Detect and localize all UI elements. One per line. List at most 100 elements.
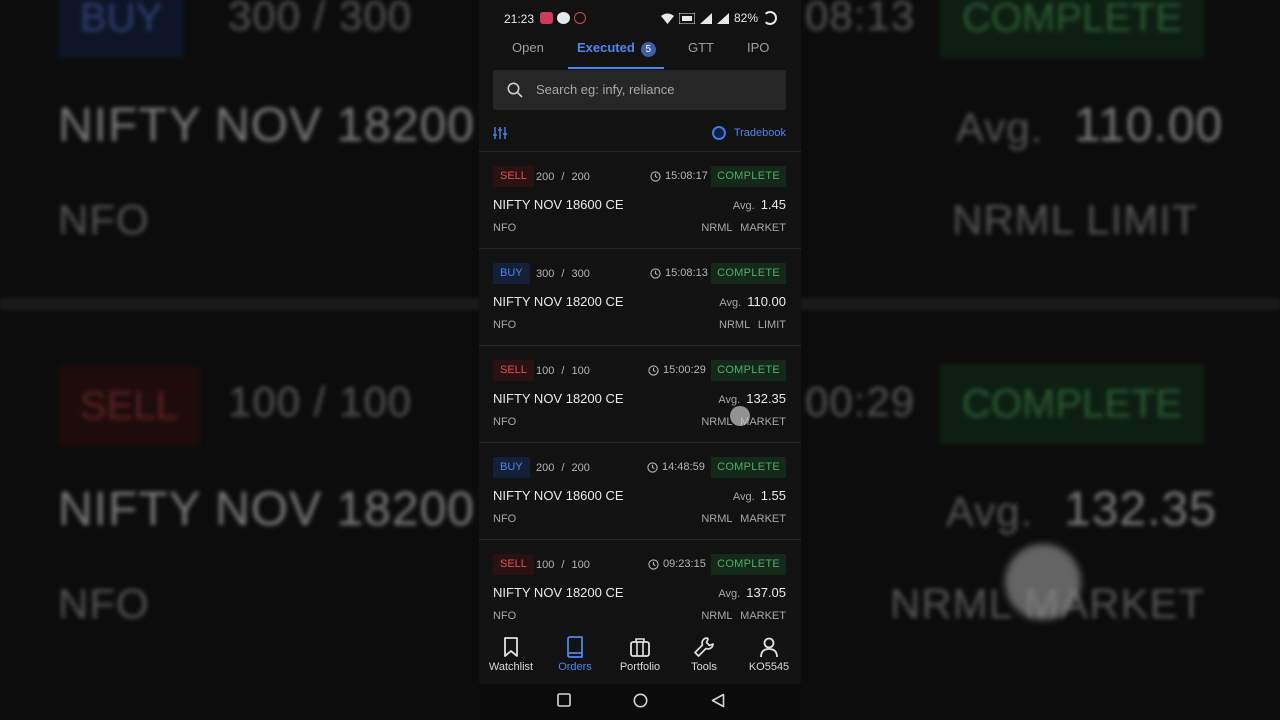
nav-tools[interactable]: Tools [672,636,736,673]
order-symbol: NIFTY NOV 18600 CE [493,197,624,212]
tab-executed[interactable]: Executed 5 [577,40,656,57]
order-type-badge: BUY [493,263,530,284]
filter-row: Tradebook [479,122,801,144]
bg-product: NRML LIMIT [952,196,1199,243]
bg-avg-label: Avg. [956,104,1044,151]
order-time-text: 15:00:29 [663,364,706,376]
tab-ipo-label: IPO [747,40,770,55]
status-badge: COMPLETE [711,360,786,381]
nav-profile-label: KO5545 [748,661,790,673]
avg-label: Avg. [732,200,755,212]
nav-watchlist[interactable]: Watchlist [479,636,543,673]
nav-orders[interactable]: Orders [543,636,607,673]
product-type: NRML [719,319,750,331]
order-product: NRML MARKET [701,610,786,622]
battery-percent: 82% [733,11,758,25]
bg-symbol-bottom: NIFTY NOV 18200 [58,483,475,536]
nav-profile[interactable]: KO5545 [737,636,801,673]
bg-qty-bottom: 100 / 100 [228,378,413,425]
video-app-icon [540,12,553,24]
bg-complete-tag: COMPLETE [940,0,1205,58]
clock-icon [650,267,661,279]
status-badge: COMPLETE [711,554,786,575]
order-exchange: NFO [493,610,517,622]
back-icon[interactable] [711,693,725,708]
wifi-icon [660,13,674,24]
wrench-icon [694,637,714,657]
order-time: 15:08:17 [650,170,708,182]
avg-label: Avg. [718,588,741,600]
product-type: NRML [701,513,733,525]
status-time: 21:23 [504,12,535,26]
clock-icon [648,364,659,376]
avg-price: 137.05 [746,585,786,600]
bg-sell-tag: SELL [58,366,200,446]
search-input[interactable]: Search eg: infy, reliance [493,70,786,110]
avg-label: Avg. [732,491,755,503]
notification-icons [540,12,586,24]
status-badge: COMPLETE [711,457,786,478]
briefcase-icon [630,638,650,657]
total-qty: 200 [571,171,590,183]
status-bar: 21:23 82% [479,6,801,30]
touch-indicator [730,406,750,426]
bg-time-bottom: 00:29 [805,378,916,425]
order-kind: LIMIT [757,319,786,331]
order-quantity: 100 / 100 [536,365,590,377]
nav-portfolio-label: Portfolio [619,661,661,673]
clock-icon [650,170,661,182]
home-icon[interactable] [633,693,648,708]
notification-icon [574,12,586,24]
tradebook-link[interactable]: Tradebook [711,126,786,140]
tab-open[interactable]: Open [512,40,544,55]
avg-price: 110.00 [747,294,786,309]
order-symbol: NIFTY NOV 18600 CE [493,488,624,503]
bg-symbol: NIFTY NOV 18200 [58,99,475,152]
status-right: 82% [660,11,777,25]
order-row[interactable]: SELL 200 / 200 15:08:17 COMPLETE NIFTY NOV 1… [479,152,801,249]
tab-gtt[interactable]: GTT [688,40,714,55]
avg-price: 132.35 [746,391,786,406]
order-time: 09:23:15 [648,558,706,570]
order-product: NRML LIMIT [719,319,786,331]
user-icon [760,637,778,658]
avg-price: 1.45 [760,197,786,212]
order-time: 15:08:13 [650,267,708,279]
order-kind: MARKET [740,513,786,525]
order-product: NRML MARKET [701,513,786,525]
search-placeholder: Search eg: infy, reliance [536,82,675,97]
bg-time: 08:13 [805,0,916,39]
clock-icon [648,558,659,570]
filled-qty: 100 [536,559,555,571]
order-kind: MARKET [740,610,786,622]
order-time-text: 09:23:15 [663,558,706,570]
tab-ipo[interactable]: IPO [747,40,769,55]
order-row[interactable]: SELL 100 / 100 09:23:15 COMPLETE NIFTY NOV 1… [479,540,801,637]
order-average: Avg. 137.05 [718,585,786,600]
order-average: Avg. 1.55 [733,488,786,503]
status-badge: COMPLETE [711,263,786,284]
bg-complete-tag-bottom: COMPLETE [940,364,1205,444]
order-row[interactable]: BUY 300 / 300 15:08:13 COMPLETE NIFTY NOV 18… [479,249,801,346]
nav-tools-label: Tools [691,661,717,673]
order-type-badge: SELL [493,554,534,575]
avg-label: Avg. [719,297,742,309]
nav-portfolio[interactable]: Portfolio [608,636,672,673]
order-quantity: 100 / 100 [536,559,590,571]
filled-qty: 300 [536,268,555,280]
recents-icon[interactable] [557,693,571,707]
bg-avg-bottom: 132.35 [1064,483,1217,536]
filter-icon[interactable] [493,126,507,140]
filled-qty: 200 [536,462,555,474]
order-row[interactable]: BUY 200 / 200 14:48:59 COMPLETE NIFTY NOV 18… [479,443,801,540]
active-tab-indicator [568,67,664,69]
bg-exchange-bottom: NFO [58,580,150,627]
order-type-badge: SELL [493,360,534,381]
tradebook-icon [711,126,726,140]
battery-icon [763,11,777,25]
total-qty: 100 [571,365,590,377]
order-row[interactable]: SELL 100 / 100 15:00:29 COMPLETE NIFTY NOV 1… [479,346,801,443]
system-navigation-bar [479,684,801,720]
order-symbol: NIFTY NOV 18200 CE [493,391,624,406]
bg-buy-tag: BUY [58,0,185,58]
